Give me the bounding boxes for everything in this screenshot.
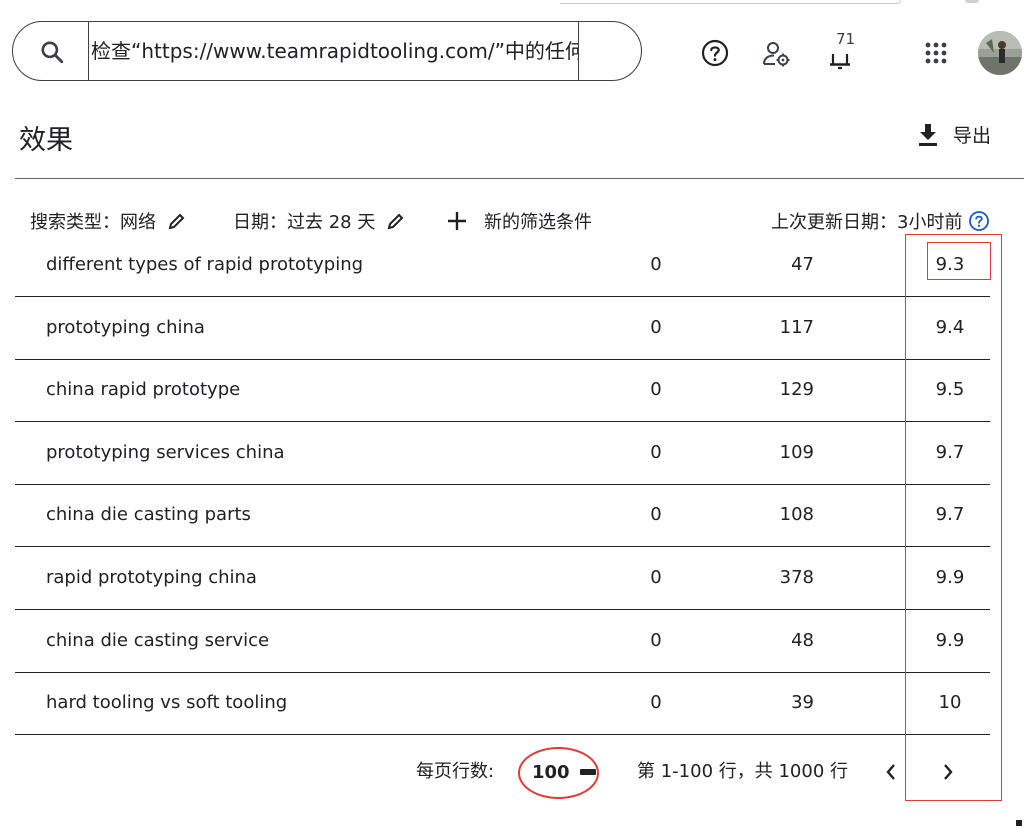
impressions-cell: 39	[791, 692, 814, 713]
plus-icon	[448, 212, 466, 230]
search-icon[interactable]	[39, 39, 65, 65]
rows-per-page-label: 每页行数:	[416, 761, 495, 782]
impressions-cell: 47	[791, 254, 814, 275]
impressions-cell: 108	[779, 504, 814, 525]
clicks-cell: 0	[650, 567, 662, 588]
divider	[15, 178, 1024, 179]
impressions-cell: 109	[779, 442, 814, 463]
query-cell: prototyping china	[46, 317, 205, 338]
position-cell: 9.5	[935, 379, 965, 400]
table-row[interactable]: china rapid prototype 0 129 9.5	[15, 359, 990, 422]
help-icon[interactable]	[699, 37, 731, 69]
impressions-cell: 129	[779, 379, 814, 400]
prev-page-button[interactable]	[875, 756, 907, 788]
chevron-left-icon	[886, 764, 895, 780]
clicks-cell: 0	[650, 317, 662, 338]
corner-mark	[1016, 820, 1022, 826]
clicks-cell: 0	[650, 379, 662, 400]
impressions-cell: 117	[779, 317, 814, 338]
search-type-filter[interactable]: 搜索类型：网络	[30, 205, 186, 237]
apps-grid-icon[interactable]	[922, 39, 950, 67]
help-small-icon[interactable]	[968, 210, 990, 232]
table-row[interactable]: prototyping services china 0 109 9.7	[15, 422, 990, 485]
table-row[interactable]: rapid prototyping china 0 378 9.9	[15, 547, 990, 610]
query-cell: different types of rapid prototyping	[46, 254, 364, 275]
clicks-cell: 0	[650, 692, 662, 713]
query-cell: china die casting parts	[46, 504, 251, 525]
impressions-cell: 378	[779, 567, 814, 588]
position-cell: 9.9	[935, 630, 965, 651]
position-cell: 10	[938, 692, 962, 713]
clicks-cell: 0	[650, 254, 662, 275]
export-button[interactable]: 导出	[917, 121, 991, 148]
user-settings-icon[interactable]	[761, 38, 793, 70]
edit-icon	[168, 213, 185, 230]
position-cell: 9.7	[935, 442, 965, 463]
search-bar[interactable]: 检查“https://www.teamrapidtooling.com/”中的任…	[12, 21, 642, 81]
search-type-label: 搜索类型：网络	[30, 212, 156, 233]
query-cell: rapid prototyping china	[46, 567, 257, 588]
bell-icon[interactable]	[826, 46, 854, 72]
last-updated-label: 上次更新日期：3小时前	[771, 212, 963, 233]
clicks-cell: 0	[650, 442, 662, 463]
table-row[interactable]: prototyping china 0 117 9.4	[15, 297, 990, 360]
window-top-edge	[0, 0, 1024, 6]
query-cell: china die casting service	[46, 630, 270, 651]
position-cell: 9.3	[935, 254, 965, 275]
next-page-button[interactable]	[932, 756, 964, 788]
search-input[interactable]: 检查“https://www.teamrapidtooling.com/”中的任…	[88, 21, 579, 81]
query-cell: china rapid prototype	[46, 379, 241, 400]
avatar[interactable]	[978, 31, 1022, 75]
page-title: 效果	[19, 125, 73, 156]
rows-per-page-value: 100	[532, 761, 570, 783]
clicks-cell: 0	[650, 504, 662, 525]
table-row[interactable]: china die casting parts 0 108 9.7	[15, 484, 990, 547]
impressions-cell: 48	[791, 630, 814, 651]
edit-icon	[387, 213, 404, 230]
date-filter[interactable]: 日期：过去 28 天	[233, 205, 405, 237]
new-filter-button[interactable]: 新的筛选条件	[446, 205, 592, 237]
download-icon	[919, 123, 937, 146]
position-cell: 9.4	[935, 317, 965, 338]
queries-table: different types of rapid prototyping 0 4…	[15, 240, 990, 736]
table-row[interactable]: different types of rapid prototyping 0 4…	[15, 240, 990, 297]
page-range: 第 1-100 行，共 1000 行	[637, 761, 848, 782]
position-cell: 9.7	[935, 504, 965, 525]
export-label: 导出	[953, 125, 992, 147]
new-filter-label: 新的筛选条件	[484, 212, 592, 233]
clicks-cell: 0	[650, 630, 662, 651]
filter-bar: 搜索类型：网络 日期：过去 28 天 新的筛选条件 上次更新日期：3小时前	[0, 205, 1024, 237]
position-cell: 9.9	[935, 567, 965, 588]
last-updated: 上次更新日期：3小时前	[771, 205, 990, 237]
pagination-bar: 每页行数: 100 第 1-100 行，共 1000 行	[0, 752, 1024, 792]
query-cell: hard tooling vs soft tooling	[46, 692, 288, 713]
rows-per-page-select[interactable]: 100	[532, 752, 596, 792]
query-cell: prototyping services china	[46, 442, 285, 463]
chevron-right-icon	[944, 764, 953, 780]
table-row[interactable]: china die casting service 0 48 9.9	[15, 610, 990, 673]
dropdown-icon	[579, 769, 596, 775]
date-label: 日期：过去 28 天	[233, 212, 376, 233]
table-row[interactable]: hard tooling vs soft tooling 0 39 10	[15, 672, 990, 735]
